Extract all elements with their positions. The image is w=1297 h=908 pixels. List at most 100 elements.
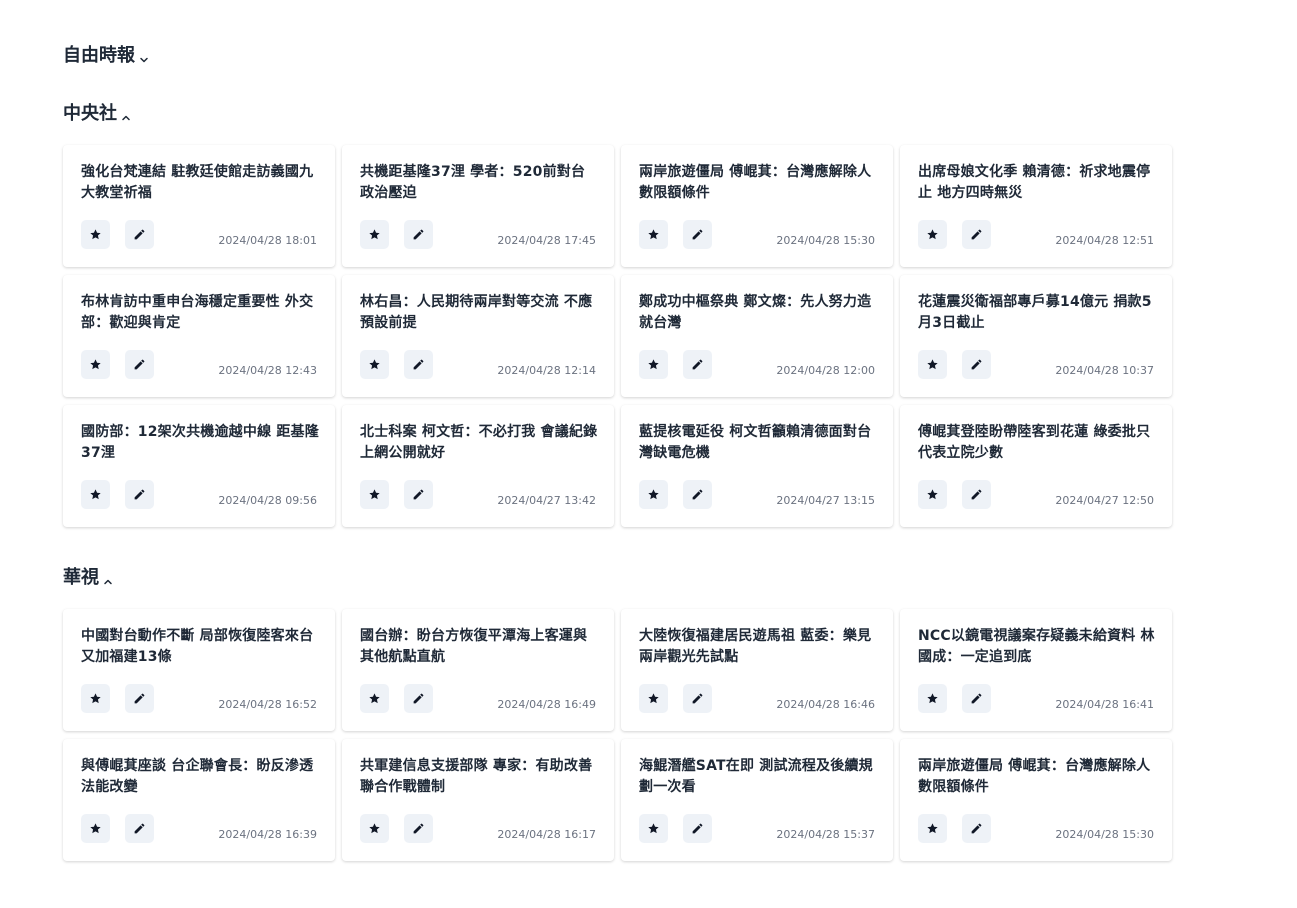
- edit-button[interactable]: [404, 814, 433, 843]
- favorite-button[interactable]: [81, 220, 110, 249]
- news-card[interactable]: 共軍建信息支援部隊 專家：有助改善聯合作戰體制 2024/04/28 16:17: [342, 739, 614, 861]
- pencil-icon: [412, 228, 425, 241]
- favorite-button[interactable]: [639, 814, 668, 843]
- news-card[interactable]: 北士科案 柯文哲：不必打我 會議紀錄上網公開就好 2024/04/27 13:4…: [342, 405, 614, 527]
- news-title[interactable]: 花蓮震災衛福部專戶募14億元 捐款5月3日截止: [918, 292, 1156, 334]
- news-card[interactable]: 林右昌：人民期待兩岸對等交流 不應預設前提 2024/04/28 12:14: [342, 275, 614, 397]
- news-title[interactable]: 強化台梵連結 駐教廷使館走訪義國九大教堂祈福: [81, 162, 319, 204]
- news-date: 2024/04/28 16:39: [218, 828, 317, 841]
- favorite-button[interactable]: [639, 350, 668, 379]
- news-card[interactable]: 與傅崐萁座談 台企聯會長：盼反滲透法能改變 2024/04/28 16:39: [63, 739, 335, 861]
- edit-button[interactable]: [125, 814, 154, 843]
- edit-button[interactable]: [962, 220, 991, 249]
- edit-button[interactable]: [962, 814, 991, 843]
- edit-button[interactable]: [125, 350, 154, 379]
- news-card[interactable]: 強化台梵連結 駐教廷使館走訪義國九大教堂祈福 2024/04/28 18:01: [63, 145, 335, 267]
- favorite-button[interactable]: [918, 814, 947, 843]
- news-date: 2024/04/28 16:46: [776, 698, 875, 711]
- favorite-button[interactable]: [639, 480, 668, 509]
- news-date: 2024/04/28 17:45: [497, 234, 596, 247]
- edit-button[interactable]: [125, 480, 154, 509]
- favorite-button[interactable]: [639, 684, 668, 713]
- star-icon: [368, 822, 381, 835]
- star-icon: [368, 358, 381, 371]
- edit-button[interactable]: [683, 220, 712, 249]
- news-date: 2024/04/28 12:00: [776, 364, 875, 377]
- news-title[interactable]: 傅崐萁登陸盼帶陸客到花蓮 綠委批只代表立院少數: [918, 422, 1156, 464]
- news-title[interactable]: 國台辦：盼台方恢復平潭海上客運與其他航點直航: [360, 626, 598, 668]
- news-card[interactable]: NCC以鏡電視議案存疑義未給資料 林國成：一定追到底 2024/04/28 16…: [900, 609, 1172, 731]
- news-card[interactable]: 海鯤潛艦SAT在即 測試流程及後續規劃一次看 2024/04/28 15:37: [621, 739, 893, 861]
- edit-button[interactable]: [404, 684, 433, 713]
- edit-button[interactable]: [962, 350, 991, 379]
- news-card[interactable]: 大陸恢復福建居民遊馬祖 藍委：樂見兩岸觀光先試點 2024/04/28 16:4…: [621, 609, 893, 731]
- star-icon: [647, 358, 660, 371]
- favorite-button[interactable]: [918, 220, 947, 249]
- edit-button[interactable]: [404, 220, 433, 249]
- star-icon: [89, 692, 102, 705]
- edit-button[interactable]: [683, 480, 712, 509]
- pencil-icon: [133, 228, 146, 241]
- news-card[interactable]: 國台辦：盼台方恢復平潭海上客運與其他航點直航 2024/04/28 16:49: [342, 609, 614, 731]
- news-card[interactable]: 共機距基隆37浬 學者：520前對台政治壓迫 2024/04/28 17:45: [342, 145, 614, 267]
- news-title[interactable]: NCC以鏡電視議案存疑義未給資料 林國成：一定追到底: [918, 626, 1156, 668]
- edit-button[interactable]: [962, 684, 991, 713]
- pencil-icon: [133, 822, 146, 835]
- edit-button[interactable]: [683, 350, 712, 379]
- news-card[interactable]: 兩岸旅遊僵局 傅崐萁：台灣應解除人數限額條件 2024/04/28 15:30: [900, 739, 1172, 861]
- edit-button[interactable]: [962, 480, 991, 509]
- edit-button[interactable]: [683, 814, 712, 843]
- news-title[interactable]: 北士科案 柯文哲：不必打我 會議紀錄上網公開就好: [360, 422, 598, 464]
- star-icon: [89, 488, 102, 501]
- news-card[interactable]: 傅崐萁登陸盼帶陸客到花蓮 綠委批只代表立院少數 2024/04/27 12:50: [900, 405, 1172, 527]
- news-title[interactable]: 藍提核電延役 柯文哲籲賴清德面對台灣缺電危機: [639, 422, 877, 464]
- news-title[interactable]: 大陸恢復福建居民遊馬祖 藍委：樂見兩岸觀光先試點: [639, 626, 877, 668]
- news-title[interactable]: 國防部：12架次共機逾越中線 距基隆37浬: [81, 422, 319, 464]
- favorite-button[interactable]: [360, 684, 389, 713]
- news-title[interactable]: 海鯤潛艦SAT在即 測試流程及後續規劃一次看: [639, 756, 877, 798]
- favorite-button[interactable]: [360, 814, 389, 843]
- news-card[interactable]: 中國對台動作不斷 局部恢復陸客來台又加福建13條 2024/04/28 16:5…: [63, 609, 335, 731]
- news-card[interactable]: 國防部：12架次共機逾越中線 距基隆37浬 2024/04/28 09:56: [63, 405, 335, 527]
- edit-button[interactable]: [404, 480, 433, 509]
- news-title[interactable]: 兩岸旅遊僵局 傅崐萁：台灣應解除人數限額條件: [918, 756, 1156, 798]
- news-title[interactable]: 林右昌：人民期待兩岸對等交流 不應預設前提: [360, 292, 598, 334]
- news-card[interactable]: 布林肯訪中重申台海穩定重要性 外交部：歡迎與肯定 2024/04/28 12:4…: [63, 275, 335, 397]
- favorite-button[interactable]: [81, 480, 110, 509]
- edit-button[interactable]: [404, 350, 433, 379]
- news-title[interactable]: 中國對台動作不斷 局部恢復陸客來台又加福建13條: [81, 626, 319, 668]
- news-date: 2024/04/28 16:41: [1055, 698, 1154, 711]
- favorite-button[interactable]: [918, 350, 947, 379]
- favorite-button[interactable]: [360, 350, 389, 379]
- news-card[interactable]: 鄭成功中樞祭典 鄭文燦：先人努力造就台灣 2024/04/28 12:00: [621, 275, 893, 397]
- section-toggle-cna[interactable]: 中央社: [63, 100, 131, 124]
- favorite-button[interactable]: [360, 480, 389, 509]
- favorite-button[interactable]: [639, 220, 668, 249]
- news-date: 2024/04/28 16:49: [497, 698, 596, 711]
- star-icon: [89, 822, 102, 835]
- star-icon: [368, 692, 381, 705]
- news-title[interactable]: 鄭成功中樞祭典 鄭文燦：先人努力造就台灣: [639, 292, 877, 334]
- edit-button[interactable]: [683, 684, 712, 713]
- news-card[interactable]: 出席母娘文化季 賴清德：祈求地震停止 地方四時無災 2024/04/28 12:…: [900, 145, 1172, 267]
- news-title[interactable]: 與傅崐萁座談 台企聯會長：盼反滲透法能改變: [81, 756, 319, 798]
- favorite-button[interactable]: [918, 480, 947, 509]
- news-title[interactable]: 共軍建信息支援部隊 專家：有助改善聯合作戰體制: [360, 756, 598, 798]
- news-title[interactable]: 共機距基隆37浬 學者：520前對台政治壓迫: [360, 162, 598, 204]
- favorite-button[interactable]: [81, 684, 110, 713]
- favorite-button[interactable]: [360, 220, 389, 249]
- edit-button[interactable]: [125, 220, 154, 249]
- favorite-button[interactable]: [81, 350, 110, 379]
- star-icon: [926, 822, 939, 835]
- news-card[interactable]: 藍提核電延役 柯文哲籲賴清德面對台灣缺電危機 2024/04/27 13:15: [621, 405, 893, 527]
- edit-button[interactable]: [125, 684, 154, 713]
- favorite-button[interactable]: [918, 684, 947, 713]
- section-toggle-ltn[interactable]: 自由時報: [63, 42, 149, 66]
- news-card[interactable]: 兩岸旅遊僵局 傅崐萁：台灣應解除人數限額條件 2024/04/28 15:30: [621, 145, 893, 267]
- news-title[interactable]: 兩岸旅遊僵局 傅崐萁：台灣應解除人數限額條件: [639, 162, 877, 204]
- news-title[interactable]: 布林肯訪中重申台海穩定重要性 外交部：歡迎與肯定: [81, 292, 319, 334]
- section-toggle-cts[interactable]: 華視: [63, 564, 113, 588]
- news-title[interactable]: 出席母娘文化季 賴清德：祈求地震停止 地方四時無災: [918, 162, 1156, 204]
- favorite-button[interactable]: [81, 814, 110, 843]
- news-card[interactable]: 花蓮震災衛福部專戶募14億元 捐款5月3日截止 2024/04/28 10:37: [900, 275, 1172, 397]
